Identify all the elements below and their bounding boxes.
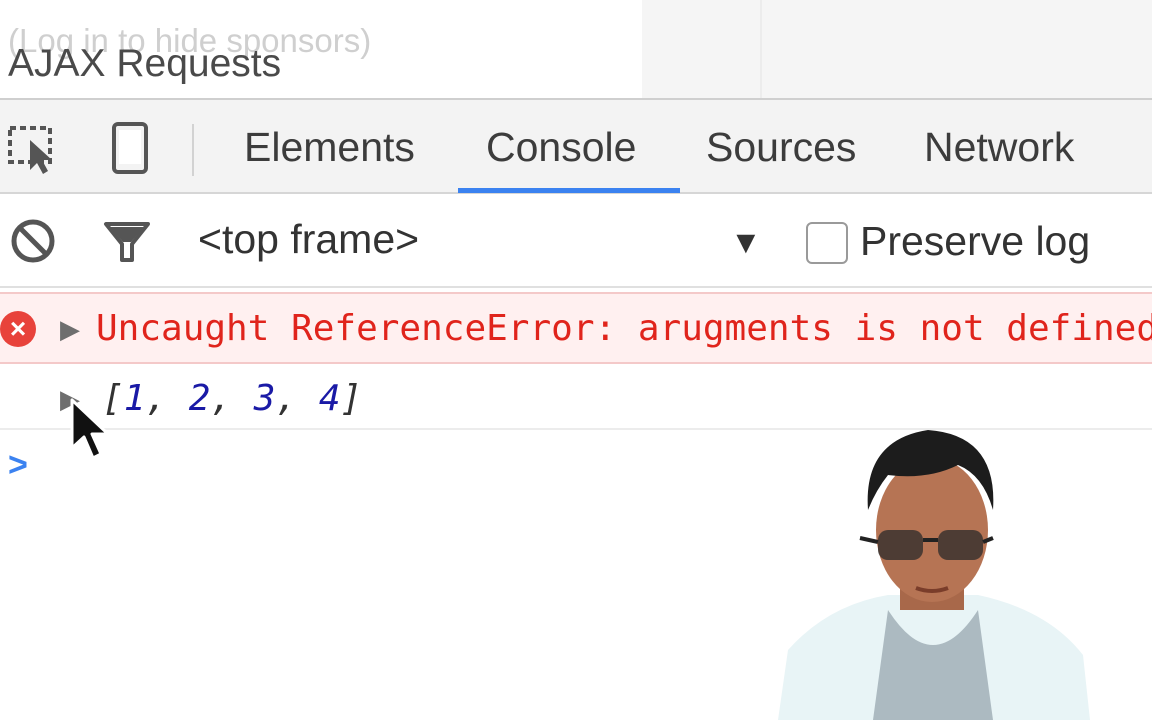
device-toolbar-icon[interactable] <box>102 120 158 176</box>
array-output: [1, 2, 3, 4] <box>102 378 363 419</box>
console-error-row[interactable]: × ▶ Uncaught ReferenceError: arugments i… <box>0 292 1152 364</box>
tab-console[interactable]: Console <box>486 124 636 171</box>
clear-console-icon[interactable] <box>8 216 58 266</box>
panel-divider <box>760 0 762 98</box>
array-item: 4 <box>318 378 341 419</box>
error-icon: × <box>0 311 36 347</box>
mouse-cursor-icon <box>70 398 110 460</box>
inspect-element-icon[interactable] <box>6 120 62 176</box>
array-item: 3 <box>253 378 276 419</box>
filter-icon[interactable] <box>102 216 152 266</box>
error-message: Uncaught ReferenceError: arugments is no… <box>96 308 1152 349</box>
active-tab-indicator <box>458 188 680 193</box>
array-item: 2 <box>188 378 211 419</box>
presenter-webcam-image <box>778 430 1090 720</box>
toolbar-separator <box>192 124 194 176</box>
console-prompt[interactable]: > <box>8 446 28 485</box>
array-close-bracket: ] <box>340 378 363 419</box>
frame-dropdown-arrow-icon[interactable]: ▼ <box>730 224 762 261</box>
expand-error-icon[interactable]: ▶ <box>60 314 80 345</box>
preserve-log-checkbox[interactable] <box>806 222 848 264</box>
devtools-tabbar: Elements Console Sources Network <box>0 98 1152 194</box>
tab-elements[interactable]: Elements <box>244 124 415 171</box>
tab-sources[interactable]: Sources <box>706 124 856 171</box>
array-item: 1 <box>123 378 146 419</box>
page-heading: AJAX Requests <box>8 42 282 85</box>
tab-network[interactable]: Network <box>924 124 1074 171</box>
preserve-log-label[interactable]: Preserve log <box>860 218 1090 265</box>
frame-select[interactable]: <top frame> <box>198 216 419 263</box>
page-side-panel <box>642 0 1152 98</box>
page-header: (Log in to hide sponsors) AJAX Requests <box>0 0 1152 98</box>
